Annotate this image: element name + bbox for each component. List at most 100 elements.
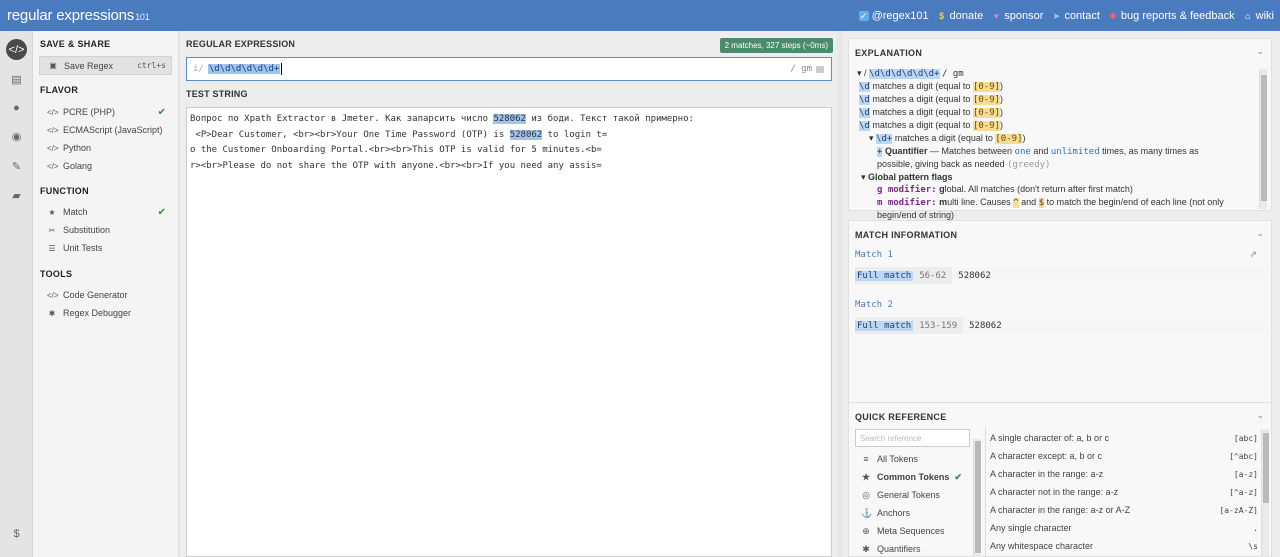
scissors-icon: ✂ (48, 225, 56, 235)
expl-text: and (1021, 197, 1037, 207)
category-scrollbar[interactable] (973, 439, 981, 557)
qr-ref-row[interactable]: A single character of: a, b or c [abc] (990, 429, 1258, 447)
qr-common-tokens[interactable]: ★ Common Tokens ✔ (861, 468, 976, 486)
share-icon[interactable]: ⇗ (1249, 249, 1257, 260)
function-match[interactable]: ★ Match ✔ (39, 203, 172, 221)
editor-area: REGULAR EXPRESSION 2 matches, 327 steps … (180, 31, 837, 557)
flavor-label: Python (63, 143, 92, 153)
qr-ref-code: [^abc] (1229, 451, 1258, 461)
regex-input[interactable]: i/ \d\d\d\d\d\d+ / gm (186, 57, 832, 81)
qr-general-tokens[interactable]: ◎ General Tokens (861, 486, 976, 504)
qr-ref-desc: A character not in the range: a-z (990, 487, 1119, 497)
expl-quantifier-desc: possible, giving back as needed (greedy) (857, 158, 1257, 171)
flavor-golang[interactable]: </> Golang (39, 157, 172, 175)
flavor-python[interactable]: </> Python (39, 139, 172, 157)
tool-regex-debugger[interactable]: ✱ Regex Debugger (39, 304, 172, 322)
tool-code-generator[interactable]: </> Code Generator (39, 286, 172, 304)
qr-category-label: Quantifiers (877, 544, 921, 554)
test-text: r><br>Please do not share the OTP with a… (190, 160, 602, 171)
wiki-link[interactable]: ⌂ wiki (1243, 10, 1274, 22)
gamepad-icon[interactable]: ◉ (6, 126, 27, 147)
save-regex-button[interactable]: ▣ Save Regex ctrl+s (39, 56, 172, 75)
qr-meta-sequences[interactable]: ⊕ Meta Sequences (861, 522, 976, 540)
scrollbar-thumb[interactable] (1261, 75, 1267, 201)
regex-flags[interactable]: / gm (790, 64, 816, 74)
qr-ref-row[interactable]: Any whitespace character \s (990, 537, 1258, 555)
scrollbar-thumb[interactable] (975, 441, 981, 553)
explanation-title: EXPLANATION (855, 48, 923, 58)
explanation-panel: EXPLANATION ⌄ ▾ / \d\d\d\d\d\d+ / gm \d … (848, 38, 1272, 220)
explanation-scrollbar[interactable] (1259, 69, 1267, 209)
match-1-row[interactable]: Full match 56-62 528062 (855, 267, 1265, 284)
expl-quantifier-node[interactable]: ▾ \d+ matches a digit (equal to [0-9]) (857, 132, 1257, 145)
match-range: 153-159 (919, 320, 958, 331)
dollar-icon[interactable]: $ (6, 523, 27, 544)
flavor-ecmascript[interactable]: </> ECMAScript (JavaScript) (39, 121, 172, 139)
site-logo[interactable]: regular expressions101 (0, 7, 150, 24)
bug-report-link[interactable]: ✱ bug reports & feedback (1108, 10, 1235, 22)
code-icon: </> (47, 161, 59, 171)
explanation-root[interactable]: ▾ / \d\d\d\d\d\d+ / gm (857, 67, 1257, 80)
expl-token: \d (859, 108, 870, 118)
scrollbar-thumb[interactable] (1263, 433, 1269, 503)
qr-category-label: Common Tokens (877, 472, 950, 482)
wrench-icon[interactable]: ✎ (6, 156, 27, 177)
expl-token: \d (859, 82, 870, 92)
qr-all-tokens[interactable]: ≡ All Tokens (861, 450, 976, 468)
save-shortcut: ctrl+s (137, 61, 166, 70)
qr-ref-code: [^a-z] (1229, 487, 1258, 497)
match-value: 528062 (963, 317, 1265, 334)
contact-link[interactable]: ➤ contact (1051, 10, 1100, 22)
text-caret (281, 63, 283, 75)
qr-quantifiers[interactable]: ✱ Quantifiers (861, 540, 976, 557)
expl-text: possible, giving back as needed (877, 159, 1005, 169)
expl-flags-heading: Global pattern flags (868, 172, 953, 182)
expl-class: ^ (1013, 198, 1019, 208)
code-icon[interactable]: </> (6, 39, 27, 60)
twitter-link[interactable]: ✓ @regex101 (858, 10, 929, 22)
wiki-link-label: wiki (1255, 9, 1274, 22)
expl-flags-node[interactable]: ▾ Global pattern flags (857, 171, 1257, 183)
bug-icon: ✱ (1109, 10, 1117, 21)
library-icon[interactable]: ▤ (6, 69, 27, 90)
qr-ref-desc: A character except: a, b or c (990, 451, 1103, 461)
flavor-label: PCRE (PHP) (63, 107, 116, 117)
qr-ref-code: [a-zA-Z] (1219, 505, 1258, 515)
qr-ref-code: \s (1248, 541, 1258, 551)
qr-anchors[interactable]: ⚓ Anchors (861, 504, 976, 522)
flavor-pcre[interactable]: </> PCRE (PHP) ✔ (39, 103, 172, 121)
function-unit-tests[interactable]: ☰ Unit Tests (39, 239, 172, 257)
function-substitution[interactable]: ✂ Substitution (39, 221, 172, 239)
test-line: <P>Dear Customer, <br><br>Your One Time … (190, 128, 828, 144)
function-heading: FUNCTION (40, 186, 89, 196)
qr-ref-row[interactable]: A character in the range: a-z [a-z] (990, 465, 1258, 483)
test-string-input[interactable]: Вопрос по Xpath Extractor в Jmeter. Как … (186, 107, 832, 557)
test-text: Вопрос по Xpath Extractor в Jmeter. Как … (190, 114, 494, 124)
expl-digit-row: \d matches a digit (equal to [0-9]) (859, 94, 1004, 105)
bug-report-link-label: bug reports & feedback (1120, 9, 1235, 22)
sidebar: SAVE & SHARE ▣ Save Regex ctrl+s FLAVOR … (33, 31, 179, 557)
expl-quantifier-desc: + Quantifier — Matches between one and u… (857, 145, 1257, 158)
match-2-row[interactable]: Full match 153-159 528062 (855, 317, 1265, 334)
expl-quant-label: Quantifier (884, 146, 928, 156)
chevron-down-icon[interactable]: ⌄ (1256, 410, 1264, 421)
expl-token: + (877, 147, 883, 157)
chat-icon[interactable]: ▰ (6, 185, 27, 206)
qr-ref-row[interactable]: A character not in the range: a-z [^a-z] (990, 483, 1258, 501)
top-bar: regular expressions101 ✓ @regex101 $ donat… (0, 0, 1280, 31)
match-info-title: MATCH INFORMATION (855, 230, 958, 240)
qr-ref-row[interactable]: A character except: a, b or c [^abc] (990, 447, 1258, 465)
expl-class: [0-9] (972, 121, 1001, 131)
flag-icon[interactable] (816, 65, 824, 73)
reference-search-input[interactable]: Search reference (855, 429, 970, 447)
chevron-down-icon[interactable]: ⌄ (1256, 46, 1264, 57)
donate-link[interactable]: $ donate (937, 10, 983, 22)
sponsor-link[interactable]: ♥ sponsor (991, 10, 1044, 22)
qr-ref-row[interactable]: Any single character. (990, 519, 1258, 537)
expl-token: \d (859, 121, 870, 131)
user-icon[interactable]: ● (6, 97, 27, 118)
reference-scrollbar[interactable] (1261, 429, 1269, 557)
chevron-down-icon[interactable]: ⌄ (1256, 228, 1264, 239)
expl-class: $ (1038, 198, 1045, 208)
qr-ref-row[interactable]: A character in the range: a-z or A-Z [a-z… (990, 501, 1258, 519)
